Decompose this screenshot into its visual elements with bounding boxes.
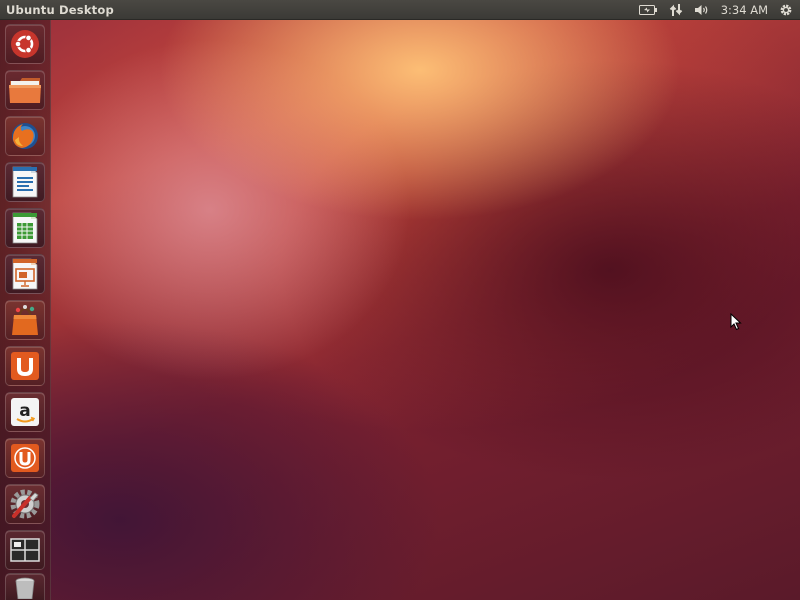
gear-icon[interactable] xyxy=(778,0,794,20)
network-icon[interactable] xyxy=(667,0,685,20)
files-button[interactable] xyxy=(5,70,45,110)
ubuntu-logo-icon xyxy=(11,30,39,58)
top-panel: Ubuntu Desktop 3:34 AM xyxy=(0,0,800,20)
shopping-bag-icon xyxy=(12,305,38,335)
libreoffice-calc-button[interactable] xyxy=(5,208,45,248)
ubuntu-one-button[interactable] xyxy=(5,346,45,386)
workspace-switcher-button[interactable] xyxy=(5,530,45,570)
ubuntu-one-icon xyxy=(11,352,39,380)
workspace-icon xyxy=(10,538,40,562)
desktop-wallpaper[interactable] xyxy=(0,0,800,600)
folder-icon xyxy=(9,78,41,103)
firefox-icon xyxy=(12,123,38,149)
libreoffice-impress-button[interactable] xyxy=(5,254,45,294)
amazon-button[interactable]: a xyxy=(5,392,45,432)
svg-text:a: a xyxy=(19,401,30,421)
volume-icon[interactable] xyxy=(693,0,711,20)
writer-icon xyxy=(12,166,38,198)
impress-icon xyxy=(12,258,38,290)
settings-wrench-icon xyxy=(10,489,40,519)
ubuntu-one-music-icon xyxy=(11,444,39,472)
calc-icon xyxy=(12,212,38,244)
system-settings-button[interactable] xyxy=(5,484,45,524)
trash-icon xyxy=(15,577,35,599)
libreoffice-writer-button[interactable] xyxy=(5,162,45,202)
dash-home-button[interactable] xyxy=(5,24,45,64)
clock[interactable]: 3:34 AM xyxy=(721,0,768,20)
indicator-area: 3:34 AM xyxy=(637,0,794,20)
launcher: a xyxy=(0,20,51,600)
trash-button[interactable] xyxy=(5,573,45,600)
ubuntu-one-music-button[interactable] xyxy=(5,438,45,478)
software-center-button[interactable] xyxy=(5,300,45,340)
panel-title: Ubuntu Desktop xyxy=(6,3,114,17)
mouse-pointer-icon xyxy=(730,312,742,335)
firefox-button[interactable] xyxy=(5,116,45,156)
amazon-icon: a xyxy=(11,398,39,426)
battery-icon[interactable] xyxy=(637,0,659,20)
